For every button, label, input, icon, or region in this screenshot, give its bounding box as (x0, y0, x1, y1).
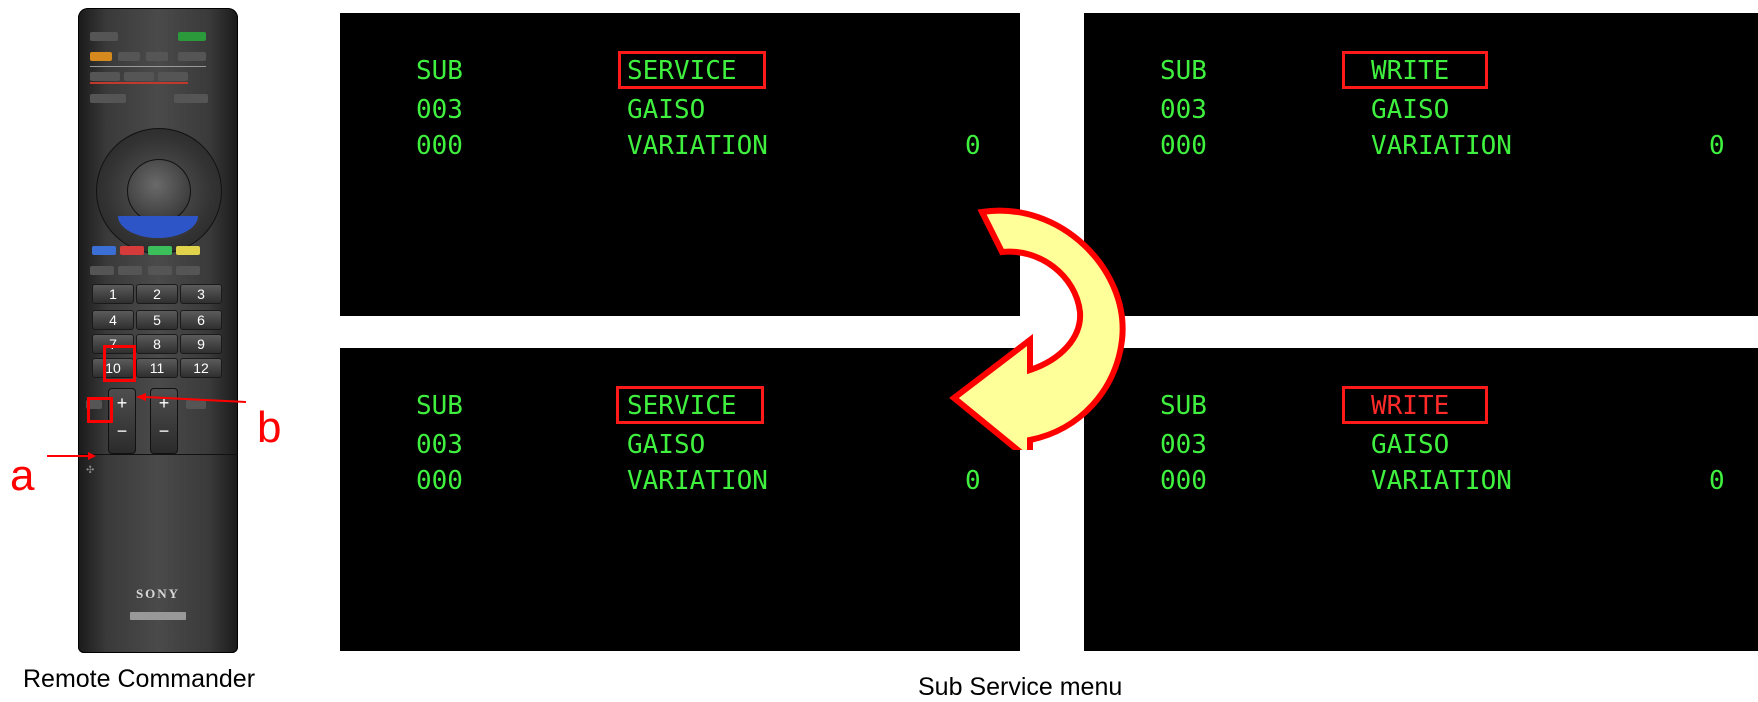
highlight-box (618, 51, 766, 89)
row-label: 003 (1160, 430, 1207, 460)
curved-flow-arrow (949, 207, 1126, 450)
callout-arrowhead-a (88, 452, 96, 460)
row-value: GAISO (627, 430, 706, 460)
menu-row: 003 GAISO (1084, 429, 1758, 461)
callout-line-b (144, 396, 247, 403)
row-label: SUB (416, 391, 463, 421)
row-label: 000 (1160, 131, 1207, 161)
row-label: SUB (1160, 391, 1207, 421)
menu-row: 003 GAISO (340, 94, 1020, 126)
screen-bottom-right: SUB WRITE 003 GAISO 000 VARIATION 0 (1084, 348, 1758, 651)
highlight-box (1342, 51, 1488, 89)
menu-row: 003 GAISO (340, 429, 1020, 461)
remote-caption: Remote Commander (23, 665, 256, 693)
row-value: VARIATION (1371, 131, 1512, 161)
row-label: 003 (416, 430, 463, 460)
highlight-box (616, 386, 764, 424)
callout-label-b: b (257, 403, 282, 452)
menu-caption: Sub Service menu (918, 673, 1123, 701)
menu-row: 003 GAISO (1084, 94, 1758, 126)
row-value: GAISO (1371, 430, 1450, 460)
screen-top-right: SUB WRITE 003 GAISO 000 VARIATION 0 (1084, 13, 1758, 316)
screen-top-left: SUB SERVICE 003 GAISO 000 VARIATION 0 (340, 13, 1020, 316)
curved-arrow-shape (949, 207, 1126, 450)
row-label: 000 (416, 466, 463, 496)
row-value: GAISO (1371, 95, 1450, 125)
callout-lines (47, 393, 247, 460)
row-label: 003 (1160, 95, 1207, 125)
screen-bottom-left: SUB SERVICE 003 GAISO 000 VARIATION 0 (340, 348, 1020, 651)
row-label: 000 (1160, 466, 1207, 496)
row-value: VARIATION (627, 131, 768, 161)
row-value: GAISO (627, 95, 706, 125)
row-value: VARIATION (1371, 466, 1512, 496)
row-label: 003 (416, 95, 463, 125)
row-data: 0 (965, 131, 981, 161)
highlight-box (1342, 386, 1488, 424)
row-value: VARIATION (627, 466, 768, 496)
row-label: 000 (416, 131, 463, 161)
row-label: SUB (1160, 56, 1207, 86)
brand-plate (130, 612, 186, 620)
callout-arrowhead-b (136, 393, 146, 401)
menu-row: 000 VARIATION 0 (1084, 465, 1758, 497)
row-label: SUB (416, 56, 463, 86)
callout-label-a: a (10, 451, 35, 500)
menu-row: 000 VARIATION 0 (1084, 130, 1758, 162)
menu-row: 000 VARIATION 0 (340, 465, 1020, 497)
sony-logo: SONY (135, 586, 181, 601)
row-data: 0 (965, 466, 981, 496)
row-data: 0 (1709, 466, 1725, 496)
row-data: 0 (1709, 131, 1725, 161)
menu-row: 000 VARIATION 0 (340, 130, 1020, 162)
